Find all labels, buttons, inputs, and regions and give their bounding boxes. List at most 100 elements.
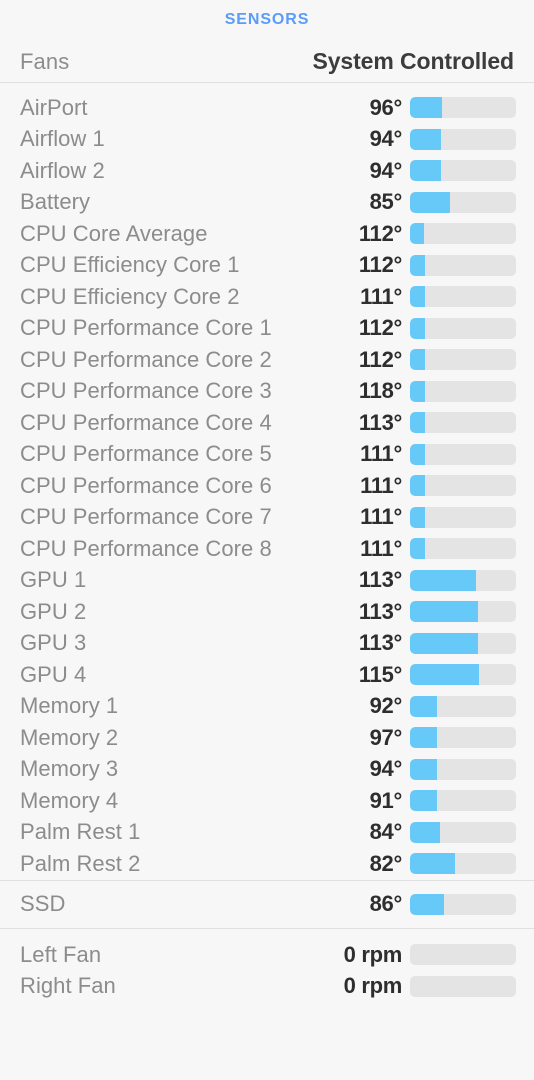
- sensor-row[interactable]: CPU Performance Core 2 112°: [0, 344, 534, 376]
- sensor-level-fill: [410, 128, 441, 150]
- sensor-level-fill: [410, 160, 441, 182]
- sensor-level-fill: [410, 380, 425, 402]
- sensor-value: 112°: [358, 346, 402, 372]
- sensor-row[interactable]: CPU Performance Core 3 118°: [0, 376, 534, 408]
- sensor-row[interactable]: GPU 4 115°: [0, 659, 534, 691]
- sensor-row[interactable]: CPU Efficiency Core 1 112°: [0, 250, 534, 282]
- sensor-group-fans: Left Fan 0 rpm Right Fan 0 rpm: [0, 929, 534, 1002]
- sensor-level-fill: [410, 191, 451, 213]
- sensor-row[interactable]: CPU Performance Core 4 113°: [0, 407, 534, 439]
- sensor-level-bar: [410, 349, 516, 371]
- sensor-row[interactable]: Memory 1 92°: [0, 691, 534, 723]
- sensor-value: 91°: [369, 787, 403, 813]
- sensor-name: Memory 1: [20, 693, 119, 719]
- sensor-level-bar: [410, 632, 516, 654]
- sensor-name: CPU Performance Core 5: [20, 441, 272, 467]
- sensor-group-temperatures: AirPort 96° Airflow 1 94° Airflow 2 94° Batter…: [0, 83, 534, 880]
- sensor-name: Airflow 2: [20, 157, 105, 183]
- sensor-level-bar: [410, 412, 516, 434]
- sensor-row[interactable]: GPU 3 113°: [0, 628, 534, 660]
- sensor-level-bar: [410, 97, 516, 119]
- sensor-row[interactable]: Airflow 2 94°: [0, 155, 534, 187]
- sensor-row[interactable]: GPU 1 113°: [0, 565, 534, 597]
- sensor-value: 112°: [358, 315, 402, 341]
- sensor-level-bar: [410, 254, 516, 276]
- sensor-row[interactable]: CPU Performance Core 8 111°: [0, 533, 534, 565]
- sensors-panel: SENSORS Fans System Controlled AirPort 96…: [0, 0, 534, 1080]
- sensor-name: CPU Performance Core 3: [20, 378, 272, 404]
- sensor-level-bar: [410, 317, 516, 339]
- sensor-row[interactable]: Palm Rest 2 82°: [0, 848, 534, 880]
- sensor-row[interactable]: Memory 2 97°: [0, 722, 534, 754]
- sensor-row[interactable]: Memory 4 91°: [0, 785, 534, 817]
- sensor-name: CPU Performance Core 7: [20, 504, 272, 530]
- sensor-name: CPU Performance Core 4: [20, 409, 272, 435]
- sensor-level-fill: [410, 254, 425, 276]
- sensor-level-fill: [410, 412, 425, 434]
- sensor-name: CPU Core Average: [20, 220, 208, 246]
- sensor-level-bar: [410, 380, 516, 402]
- sensor-name: GPU 4: [20, 661, 87, 687]
- sensor-value: 113°: [358, 567, 402, 593]
- sensor-row[interactable]: AirPort 96°: [0, 92, 534, 124]
- sensor-value: 111°: [360, 504, 402, 530]
- sensor-level-bar: [410, 601, 516, 623]
- sensor-level-fill: [410, 632, 478, 654]
- sensor-value: 94°: [369, 756, 403, 782]
- sensor-value: 85°: [369, 189, 403, 215]
- sensor-name: CPU Efficiency Core 1: [20, 252, 240, 278]
- sensor-row[interactable]: CPU Performance Core 5 111°: [0, 439, 534, 471]
- sensor-row[interactable]: Palm Rest 1 84°: [0, 817, 534, 849]
- sensor-level-fill: [410, 506, 425, 528]
- sensor-row[interactable]: GPU 2 113°: [0, 596, 534, 628]
- sensor-row[interactable]: CPU Performance Core 7 111°: [0, 502, 534, 534]
- sensor-name: CPU Performance Core 6: [20, 472, 272, 498]
- sensor-name: Battery: [20, 189, 91, 215]
- sensor-level-fill: [410, 349, 425, 371]
- sensor-level-bar: [410, 223, 516, 245]
- sensor-level-bar: [410, 569, 516, 591]
- sensor-name: Right Fan: [20, 973, 116, 999]
- sensor-level-fill: [410, 569, 476, 591]
- sensor-level-bar: [410, 538, 516, 560]
- sensor-row[interactable]: Memory 3 94°: [0, 754, 534, 786]
- sensor-level-fill: [410, 223, 424, 245]
- sensor-level-bar: [410, 191, 516, 213]
- sensor-value: 111°: [360, 535, 402, 561]
- sensor-value: 84°: [369, 819, 403, 845]
- sensor-level-bar: [410, 664, 516, 686]
- sensor-name: Memory 3: [20, 756, 119, 782]
- sensor-level-bar: [410, 821, 516, 843]
- sensor-row[interactable]: CPU Efficiency Core 2 111°: [0, 281, 534, 313]
- sensor-name: GPU 3: [20, 630, 87, 656]
- sensor-value: 111°: [360, 283, 402, 309]
- sensor-value: 113°: [358, 630, 402, 656]
- sensor-level-bar: [410, 790, 516, 812]
- sensor-value: 94°: [369, 157, 403, 183]
- fans-header-label: Fans: [20, 49, 70, 74]
- sensor-value: 113°: [358, 598, 402, 624]
- sensor-value: 92°: [369, 693, 403, 719]
- sensor-row[interactable]: Airflow 1 94°: [0, 124, 534, 156]
- sensor-row[interactable]: CPU Core Average 112°: [0, 218, 534, 250]
- sensor-level-fill: [410, 893, 444, 915]
- sensor-name: Airflow 1: [20, 126, 105, 152]
- sensor-value: 113°: [358, 409, 402, 435]
- sensor-value: 82°: [369, 850, 403, 876]
- sensor-level-bar: [410, 443, 516, 465]
- sensor-level-bar: [410, 758, 516, 780]
- sensor-row[interactable]: CPU Performance Core 1 112°: [0, 313, 534, 345]
- sensor-name: CPU Performance Core 2: [20, 346, 272, 372]
- sensor-value: 97°: [369, 724, 403, 750]
- sensor-name: Palm Rest 2: [20, 850, 141, 876]
- sensor-row[interactable]: SSD 86°: [0, 889, 534, 921]
- fans-mode-value[interactable]: System Controlled: [312, 48, 514, 75]
- sensor-row[interactable]: Battery 85°: [0, 187, 534, 219]
- sensor-row[interactable]: Right Fan 0 rpm: [0, 971, 534, 1003]
- sensor-level-fill: [410, 601, 478, 623]
- sensor-row[interactable]: Left Fan 0 rpm: [0, 939, 534, 971]
- sensor-name: CPU Performance Core 8: [20, 535, 272, 561]
- sensor-value: 0 rpm: [343, 941, 403, 967]
- sensor-row[interactable]: CPU Performance Core 6 111°: [0, 470, 534, 502]
- sensor-level-fill: [410, 538, 425, 560]
